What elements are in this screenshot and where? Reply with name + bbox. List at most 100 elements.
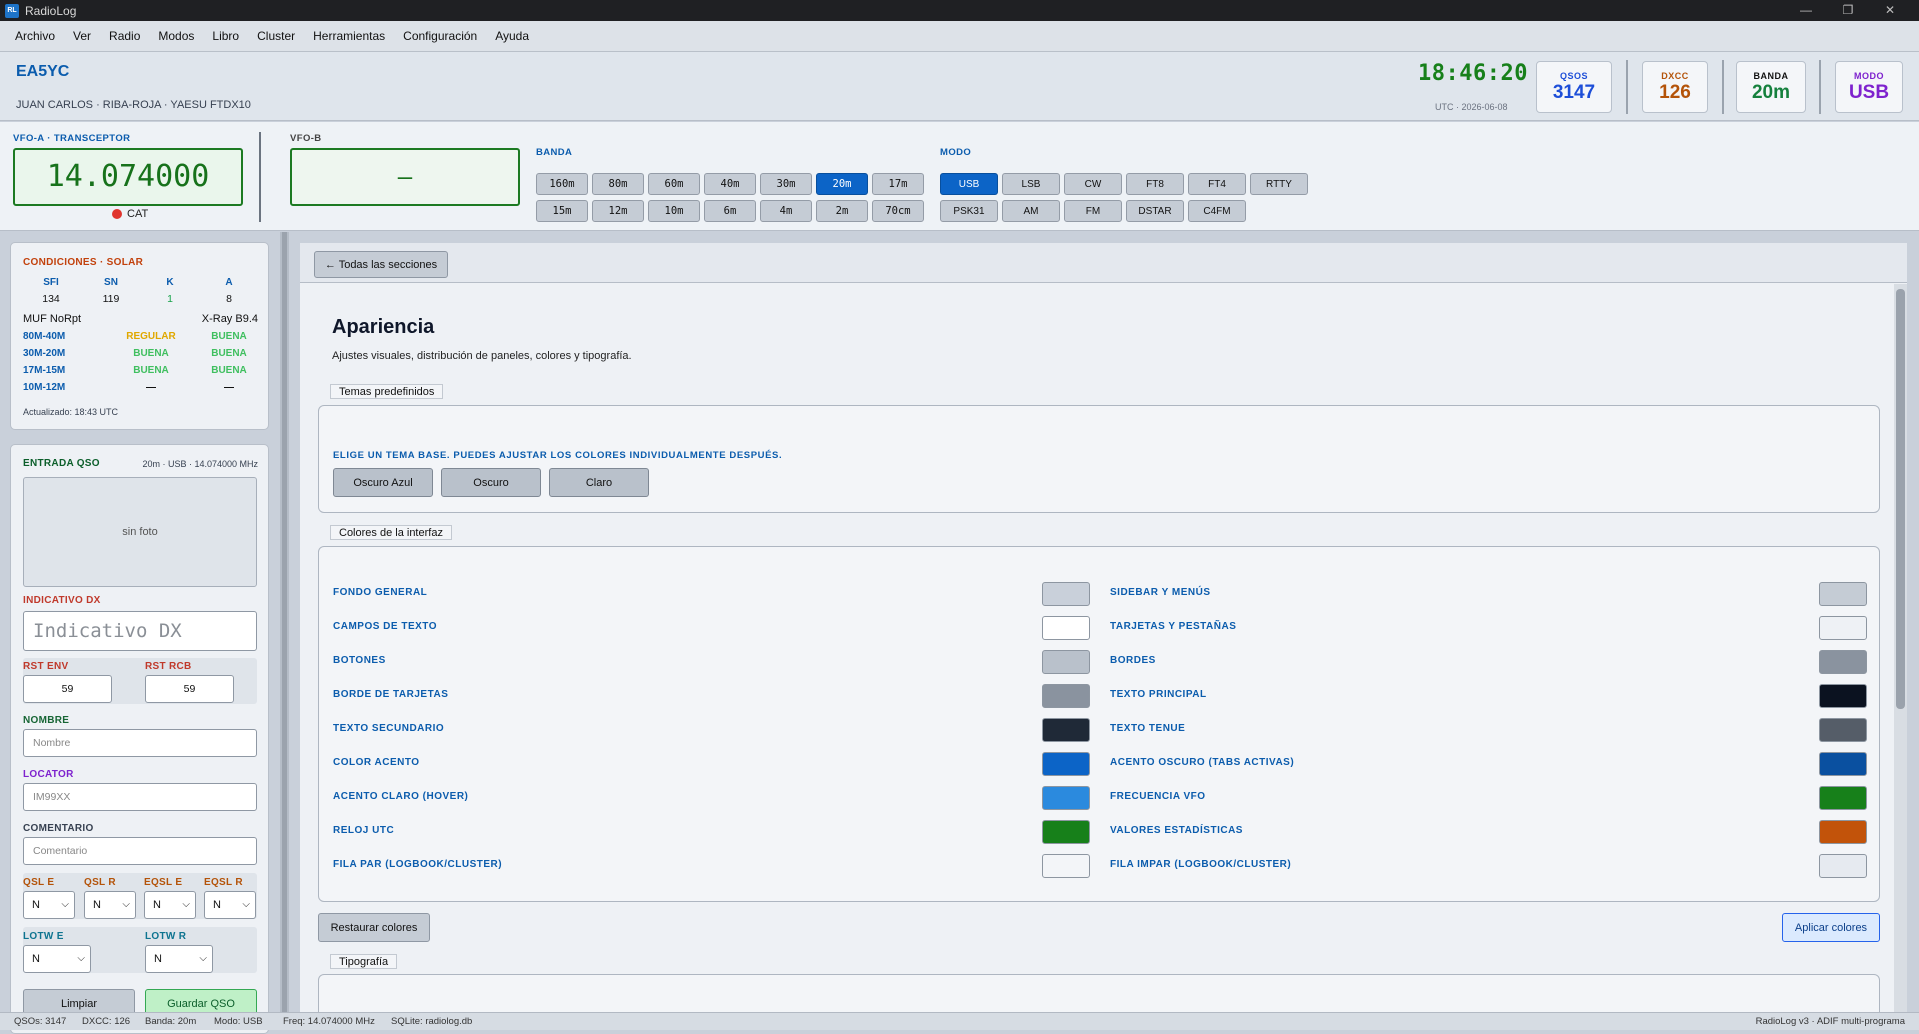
menu-cluster[interactable]: Cluster bbox=[248, 29, 304, 43]
band-button-30m[interactable]: 30m bbox=[760, 173, 812, 195]
name-input[interactable]: Nombre bbox=[23, 729, 257, 757]
settings-scrollbar[interactable] bbox=[1894, 284, 1907, 1012]
menu-modos[interactable]: Modos bbox=[149, 29, 203, 43]
mode-button-ft8[interactable]: FT8 bbox=[1126, 173, 1184, 195]
mode-button-fm[interactable]: FM bbox=[1064, 200, 1122, 222]
restore-colors-button[interactable]: Restaurar colores bbox=[318, 913, 430, 942]
band-button-70cm[interactable]: 70cm bbox=[872, 200, 924, 222]
color-swatch[interactable] bbox=[1042, 820, 1090, 844]
menu-ver[interactable]: Ver bbox=[64, 29, 100, 43]
color-swatch[interactable] bbox=[1042, 582, 1090, 606]
solar-value-sn: 119 bbox=[102, 293, 120, 305]
mode-button-usb[interactable]: USB bbox=[940, 173, 998, 195]
band-cond-day: REGULAR bbox=[126, 331, 176, 342]
stat-dxcc-value: 126 bbox=[1659, 82, 1691, 103]
band-button-17m[interactable]: 17m bbox=[872, 173, 924, 195]
panel-splitter[interactable] bbox=[280, 232, 289, 1012]
mode-button-cw[interactable]: CW bbox=[1064, 173, 1122, 195]
qso-entry-card: ENTRADA QSO 20m · USB · 14.074000 MHz si… bbox=[10, 444, 269, 1034]
solar-updated: Actualizado: 18:43 UTC bbox=[23, 407, 119, 417]
color-swatch[interactable] bbox=[1819, 820, 1867, 844]
band-button-40m[interactable]: 40m bbox=[704, 173, 756, 195]
color-swatch[interactable] bbox=[1042, 650, 1090, 674]
stat-band-label: BANDA bbox=[1753, 71, 1789, 81]
menu-herramientas[interactable]: Herramientas bbox=[304, 29, 394, 43]
mode-button-rtty[interactable]: RTTY bbox=[1250, 173, 1308, 195]
stat-dxcc: DXCC 126 bbox=[1642, 61, 1708, 113]
mode-button-am[interactable]: AM bbox=[1002, 200, 1060, 222]
color-swatch[interactable] bbox=[1042, 786, 1090, 810]
menu-radio[interactable]: Radio bbox=[100, 29, 149, 43]
maximize-button[interactable]: ❐ bbox=[1828, 0, 1868, 21]
comment-input[interactable]: Comentario bbox=[23, 837, 257, 865]
band-button-12m[interactable]: 12m bbox=[592, 200, 644, 222]
color-swatch[interactable] bbox=[1042, 718, 1090, 742]
status-database: SQLite: radiolog.db bbox=[391, 1016, 473, 1027]
close-button[interactable]: ✕ bbox=[1870, 0, 1910, 21]
color-swatch[interactable] bbox=[1042, 684, 1090, 708]
lotw-received-select[interactable]: N ⌵ bbox=[145, 945, 213, 973]
band-button-6m[interactable]: 6m bbox=[704, 200, 756, 222]
status-bar: QSOs: 3147 DXCC: 126 Banda: 20m Modo: US… bbox=[0, 1012, 1919, 1030]
band-button-160m[interactable]: 160m bbox=[536, 173, 588, 195]
color-swatch[interactable] bbox=[1819, 854, 1867, 878]
band-button-20m[interactable]: 20m bbox=[816, 173, 868, 195]
band-cond-night: BUENA bbox=[211, 348, 247, 359]
scrollbar-thumb[interactable] bbox=[1896, 289, 1905, 709]
band-button-15m[interactable]: 15m bbox=[536, 200, 588, 222]
rst-sent-input[interactable]: 59 bbox=[23, 675, 112, 703]
band-button-80m[interactable]: 80m bbox=[592, 173, 644, 195]
vfo-a-frequency[interactable]: 14.074000 bbox=[13, 148, 243, 206]
color-swatch[interactable] bbox=[1819, 616, 1867, 640]
back-to-sections-button[interactable]: ← Todas las secciones bbox=[314, 251, 448, 278]
color-swatch[interactable] bbox=[1819, 718, 1867, 742]
color-swatch[interactable] bbox=[1042, 854, 1090, 878]
mode-button-lsb[interactable]: LSB bbox=[1002, 173, 1060, 195]
color-swatch[interactable] bbox=[1042, 752, 1090, 776]
color-swatch[interactable] bbox=[1819, 684, 1867, 708]
stat-mode-value: USB bbox=[1848, 82, 1890, 103]
mode-button-psk31[interactable]: PSK31 bbox=[940, 200, 998, 222]
lotw-sent-select[interactable]: N ⌵ bbox=[23, 945, 91, 973]
rst-received-input[interactable]: 59 bbox=[145, 675, 234, 703]
qsl-sent-select[interactable]: N ⌵ bbox=[23, 891, 75, 919]
mode-button-ft4[interactable]: FT4 bbox=[1188, 173, 1246, 195]
window-title: RadioLog bbox=[25, 3, 77, 18]
qsl-received-select[interactable]: N ⌵ bbox=[84, 891, 136, 919]
color-setting-label: CAMPOS DE TEXTO bbox=[333, 621, 437, 632]
band-button-10m[interactable]: 10m bbox=[648, 200, 700, 222]
band-cond-label: 30M-20M bbox=[23, 348, 66, 359]
band-button-2m[interactable]: 2m bbox=[816, 200, 868, 222]
station-callsign: EA5YC bbox=[16, 63, 70, 80]
locator-input[interactable]: IM99XX bbox=[23, 783, 257, 811]
menu-configuracion[interactable]: Configuración bbox=[394, 29, 486, 43]
menu-ayuda[interactable]: Ayuda bbox=[486, 29, 538, 43]
color-swatch[interactable] bbox=[1042, 616, 1090, 640]
color-swatch[interactable] bbox=[1819, 752, 1867, 776]
color-swatch[interactable] bbox=[1819, 582, 1867, 606]
minimize-button[interactable]: — bbox=[1786, 0, 1826, 21]
menu-libro[interactable]: Libro bbox=[203, 29, 248, 43]
color-swatch[interactable] bbox=[1819, 650, 1867, 674]
page-subtitle: Ajustes visuales, distribución de panele… bbox=[332, 350, 632, 362]
eqsl-sent-select[interactable]: N ⌵ bbox=[144, 891, 196, 919]
theme-dark-blue-button[interactable]: Oscuro Azul bbox=[333, 468, 433, 497]
menu-archivo[interactable]: Archivo bbox=[6, 29, 64, 43]
themes-group-title: Temas predefinidos bbox=[330, 384, 444, 399]
theme-dark-button[interactable]: Oscuro bbox=[441, 468, 541, 497]
vfo-b-frequency[interactable]: — bbox=[290, 148, 520, 206]
operator-info: JUAN CARLOS · RIBA-ROJA · YAESU FTDX10 bbox=[16, 99, 251, 111]
band-button-60m[interactable]: 60m bbox=[648, 173, 700, 195]
dx-callsign-input[interactable]: Indicativo DX bbox=[23, 611, 257, 651]
eqsl-received-select[interactable]: N ⌵ bbox=[204, 891, 256, 919]
mode-button-dstar[interactable]: DSTAR bbox=[1126, 200, 1184, 222]
apply-colors-button[interactable]: Aplicar colores bbox=[1782, 913, 1880, 942]
color-swatch[interactable] bbox=[1819, 786, 1867, 810]
mode-button-c4fm[interactable]: C4FM bbox=[1188, 200, 1246, 222]
settings-topbar: ← Todas las secciones bbox=[300, 243, 1907, 283]
muf-value: MUF NoRpt bbox=[23, 313, 82, 325]
theme-light-button[interactable]: Claro bbox=[549, 468, 649, 497]
splitter-grip[interactable] bbox=[282, 232, 287, 1012]
eqsl-received-label: EQSL R bbox=[204, 877, 243, 888]
band-button-4m[interactable]: 4m bbox=[760, 200, 812, 222]
